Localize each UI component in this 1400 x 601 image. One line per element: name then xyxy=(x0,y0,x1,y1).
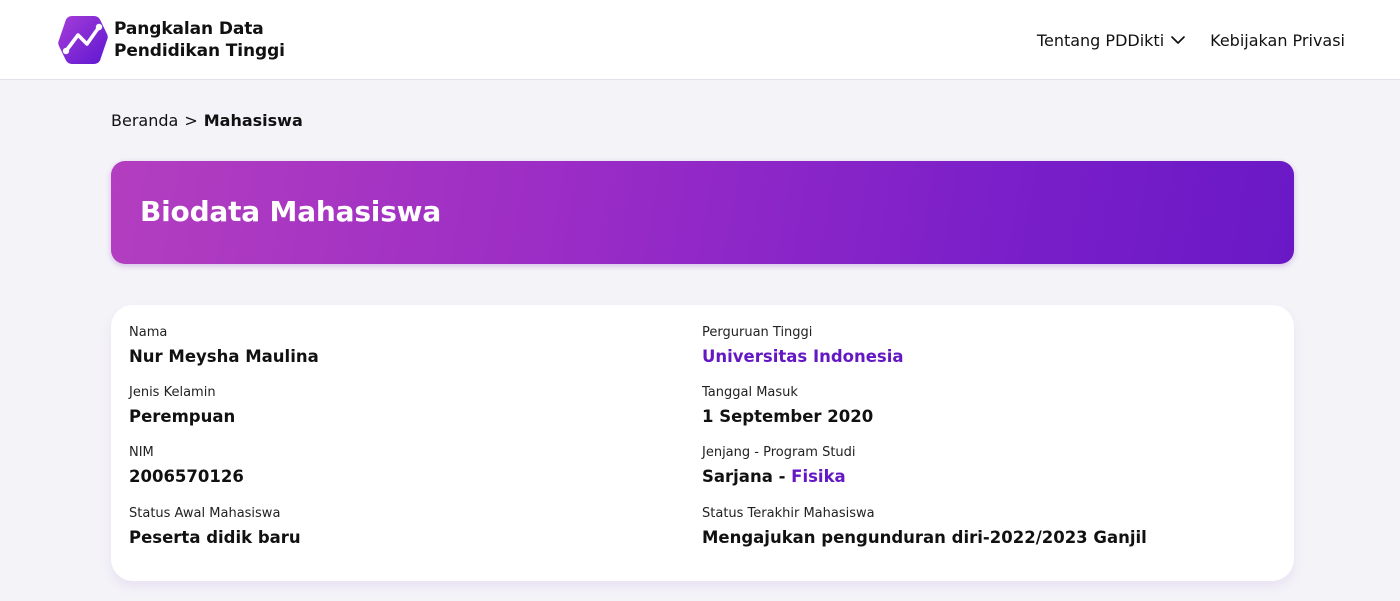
field-label: Jenjang - Program Studi xyxy=(702,445,856,460)
biodata-card: Nama Nur Meysha Maulina Jenis Kelamin Pe… xyxy=(111,305,1294,581)
brand-line-1: Pangkalan Data xyxy=(114,19,264,39)
field-value-status-terakhir: Mengajukan pengunduran diri-2022/2023 Ga… xyxy=(702,528,1147,547)
field-label: Status Terakhir Mahasiswa xyxy=(702,506,875,521)
field-perguruan-tinggi: Perguruan Tinggi Universitas Indonesia xyxy=(702,325,904,368)
field-value-tanggal-masuk: 1 September 2020 xyxy=(702,407,874,426)
field-label: Jenis Kelamin xyxy=(129,385,216,400)
field-value-jenjang-prodi: Sarjana - Fisika xyxy=(702,466,856,488)
nav-kebijakan-privasi[interactable]: Kebijakan Privasi xyxy=(1210,31,1345,50)
field-label: NIM xyxy=(129,445,154,460)
nav-tentang-pddikti-dropdown[interactable]: Tentang PDDikti xyxy=(1037,31,1186,50)
field-value-jenis-kelamin: Perempuan xyxy=(129,407,236,426)
field-tanggal-masuk: Tanggal Masuk 1 September 2020 xyxy=(702,385,873,428)
field-jenjang-program-studi: Jenjang - Program Studi Sarjana - Fisika xyxy=(702,445,856,488)
field-label: Nama xyxy=(129,325,168,340)
field-nama: Nama Nur Meysha Maulina xyxy=(129,325,319,368)
page-title-banner: Biodata Mahasiswa xyxy=(111,161,1294,264)
jenjang-value: Sarjana xyxy=(702,467,773,486)
breadcrumb-current: Mahasiswa xyxy=(203,111,303,130)
field-value-nim: 2006570126 xyxy=(129,467,244,486)
field-label: Status Awal Mahasiswa xyxy=(129,506,281,521)
breadcrumb: Beranda > Mahasiswa xyxy=(111,111,303,130)
field-label: Tanggal Masuk xyxy=(702,385,798,400)
field-value-status-awal: Peserta didik baru xyxy=(129,528,301,547)
program-studi-link[interactable]: Fisika xyxy=(791,467,846,486)
main-nav: Tentang PDDikti Kebijakan Privasi xyxy=(1037,28,1345,52)
field-label: Perguruan Tinggi xyxy=(702,325,813,340)
field-status-awal: Status Awal Mahasiswa Peserta didik baru xyxy=(129,506,301,549)
page-title: Biodata Mahasiswa xyxy=(140,195,442,228)
field-status-terakhir: Status Terakhir Mahasiswa Mengajukan pen… xyxy=(702,506,1147,549)
chevron-down-icon xyxy=(1171,36,1185,44)
breadcrumb-beranda-link[interactable]: Beranda xyxy=(111,111,178,130)
nav-kebijakan-privasi-label: Kebijakan Privasi xyxy=(1210,30,1345,50)
perguruan-tinggi-link[interactable]: Universitas Indonesia xyxy=(702,346,904,368)
top-navbar: Pangkalan Data Pendidikan Tinggi Tentang… xyxy=(0,0,1400,80)
breadcrumb-separator: > xyxy=(184,111,198,130)
field-value-nama: Nur Meysha Maulina xyxy=(129,347,319,366)
jenjang-prodi-separator: - xyxy=(772,467,792,486)
field-nim: NIM 2006570126 xyxy=(129,445,244,488)
brand-name[interactable]: Pangkalan Data Pendidikan Tinggi xyxy=(114,18,285,62)
nav-tentang-pddikti-label: Tentang PDDikti xyxy=(1036,30,1165,50)
field-jenis-kelamin: Jenis Kelamin Perempuan xyxy=(129,385,235,428)
pddikti-logo-icon[interactable] xyxy=(56,13,108,67)
brand-line-2: Pendidikan Tinggi xyxy=(114,41,285,61)
